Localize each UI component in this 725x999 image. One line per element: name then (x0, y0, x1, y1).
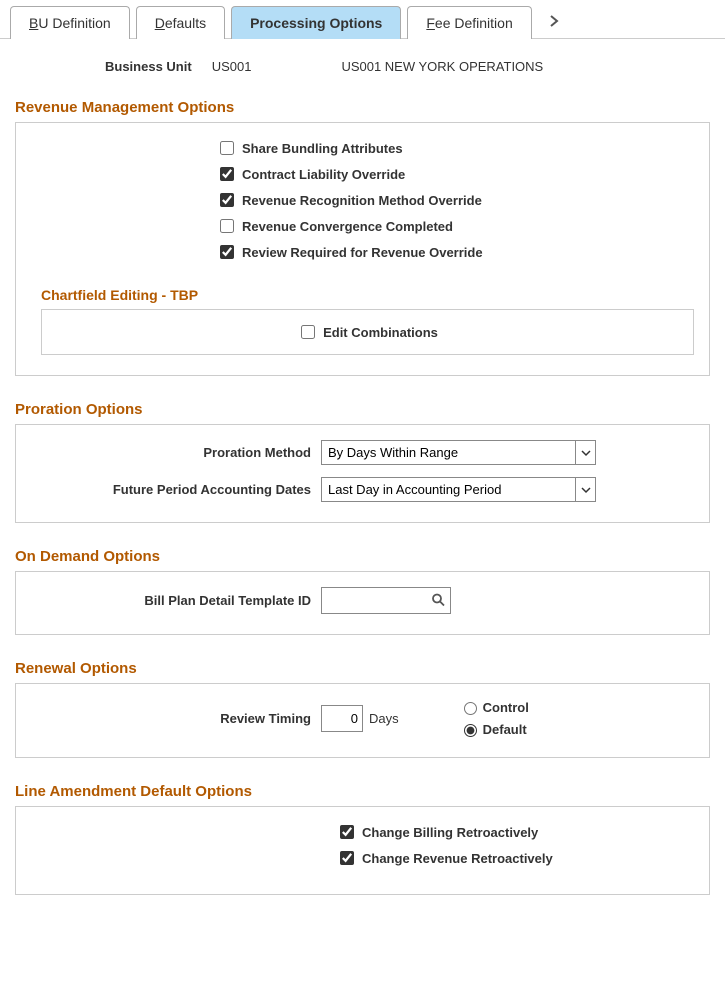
renewal-options-title: Renewal Options (15, 660, 710, 677)
change-billing-label: Change Billing Retroactively (362, 825, 538, 840)
contract-liability-checkbox[interactable] (220, 167, 234, 181)
business-unit-value: US001 (212, 59, 252, 74)
chartfield-editing-title: Chartfield Editing - TBP (41, 287, 694, 303)
edit-combinations-row[interactable]: Edit Combinations (54, 322, 681, 342)
tab-fee-definition[interactable]: Fee Definition (407, 6, 531, 39)
share-bundling-label: Share Bundling Attributes (242, 141, 403, 156)
change-billing-row[interactable]: Change Billing Retroactively (336, 822, 694, 842)
rev-convergence-checkbox[interactable] (220, 219, 234, 233)
on-demand-options-title: On Demand Options (15, 548, 710, 565)
business-unit-label: Business Unit (105, 59, 192, 74)
rev-convergence-row[interactable]: Revenue Convergence Completed (216, 216, 694, 236)
share-bundling-checkbox[interactable] (220, 141, 234, 155)
days-label: Days (369, 711, 399, 726)
revenue-management-title: Revenue Management Options (15, 99, 710, 116)
change-revenue-label: Change Revenue Retroactively (362, 851, 553, 866)
business-unit-row: Business Unit US001 US001 NEW YORK OPERA… (15, 59, 710, 74)
tab-processing-options[interactable]: Processing Options (231, 6, 401, 39)
chartfield-editing-panel: Edit Combinations (41, 309, 694, 355)
review-timing-label: Review Timing (31, 711, 321, 726)
future-period-label: Future Period Accounting Dates (31, 482, 321, 497)
line-amendment-panel: Change Billing Retroactively Change Reve… (15, 806, 710, 895)
review-timing-input[interactable] (321, 705, 363, 732)
on-demand-options-panel: Bill Plan Detail Template ID (15, 571, 710, 635)
share-bundling-row[interactable]: Share Bundling Attributes (216, 138, 694, 158)
change-revenue-row[interactable]: Change Revenue Retroactively (336, 848, 694, 868)
proration-options-title: Proration Options (15, 401, 710, 418)
default-radio-label: Default (483, 722, 527, 737)
contract-liability-label: Contract Liability Override (242, 167, 405, 182)
future-period-select[interactable]: Last Day in Accounting Period (321, 477, 596, 502)
proration-method-label: Proration Method (31, 445, 321, 460)
tab-bar: BU Definition Defaults Processing Option… (0, 0, 725, 39)
default-radio[interactable] (464, 724, 477, 737)
tabs-more-icon[interactable] (538, 5, 570, 38)
bill-plan-template-label: Bill Plan Detail Template ID (31, 593, 321, 608)
renewal-options-panel: Review Timing Days Control Default (15, 683, 710, 758)
change-billing-checkbox[interactable] (340, 825, 354, 839)
rev-recog-method-row[interactable]: Revenue Recognition Method Override (216, 190, 694, 210)
revenue-management-panel: Share Bundling Attributes Contract Liabi… (15, 122, 710, 376)
line-amendment-title: Line Amendment Default Options (15, 783, 710, 800)
change-revenue-checkbox[interactable] (340, 851, 354, 865)
proration-options-panel: Proration Method By Days Within Range Fu… (15, 424, 710, 523)
review-required-label: Review Required for Revenue Override (242, 245, 483, 260)
control-radio-row[interactable]: Control (459, 699, 529, 715)
rev-convergence-label: Revenue Convergence Completed (242, 219, 453, 234)
edit-combinations-label: Edit Combinations (323, 325, 438, 340)
rev-recog-method-checkbox[interactable] (220, 193, 234, 207)
tab-bu-definition[interactable]: BU Definition (10, 6, 130, 39)
business-unit-description: US001 NEW YORK OPERATIONS (341, 59, 543, 74)
review-required-checkbox[interactable] (220, 245, 234, 259)
proration-method-select[interactable]: By Days Within Range (321, 440, 596, 465)
tab-defaults[interactable]: Defaults (136, 6, 225, 39)
review-required-row[interactable]: Review Required for Revenue Override (216, 242, 694, 262)
default-radio-row[interactable]: Default (459, 721, 529, 737)
search-icon[interactable] (431, 592, 445, 609)
edit-combinations-checkbox[interactable] (301, 325, 315, 339)
control-radio[interactable] (464, 702, 477, 715)
contract-liability-row[interactable]: Contract Liability Override (216, 164, 694, 184)
rev-recog-method-label: Revenue Recognition Method Override (242, 193, 482, 208)
control-radio-label: Control (483, 700, 529, 715)
